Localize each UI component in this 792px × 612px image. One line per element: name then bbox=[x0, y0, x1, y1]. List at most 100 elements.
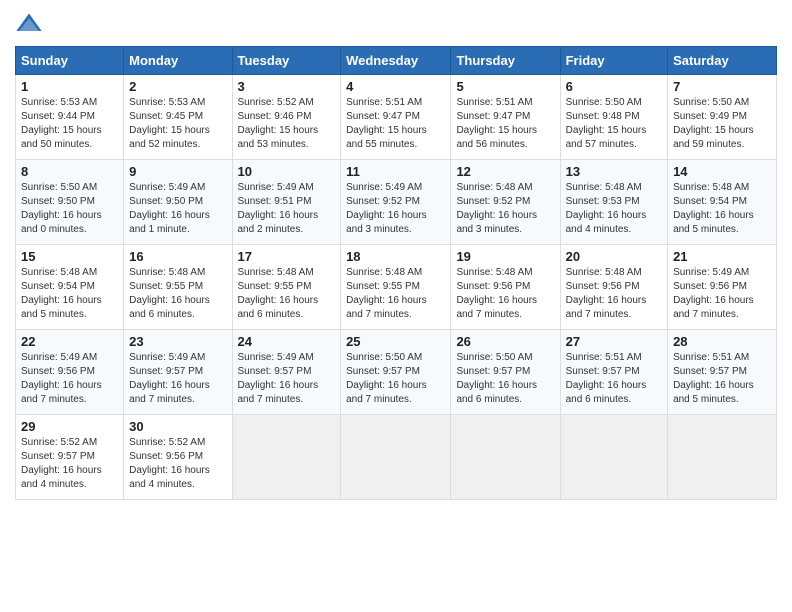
calendar-cell bbox=[341, 415, 451, 500]
day-info: Sunrise: 5:52 AMSunset: 9:46 PMDaylight:… bbox=[238, 96, 336, 152]
day-info: Sunrise: 5:50 AMSunset: 9:50 PMDaylight:… bbox=[21, 181, 118, 237]
day-info: Sunrise: 5:48 AMSunset: 9:54 PMDaylight:… bbox=[21, 266, 118, 322]
day-number: 2 bbox=[129, 79, 226, 94]
calendar-cell bbox=[560, 415, 667, 500]
day-number: 24 bbox=[238, 334, 336, 349]
day-number: 15 bbox=[21, 249, 118, 264]
day-info: Sunrise: 5:49 AMSunset: 9:56 PMDaylight:… bbox=[21, 351, 118, 407]
day-info: Sunrise: 5:49 AMSunset: 9:52 PMDaylight:… bbox=[346, 181, 445, 237]
day-number: 13 bbox=[566, 164, 662, 179]
day-info: Sunrise: 5:50 AMSunset: 9:48 PMDaylight:… bbox=[566, 96, 662, 152]
calendar-cell: 6 Sunrise: 5:50 AMSunset: 9:48 PMDaylight… bbox=[560, 75, 667, 160]
day-info: Sunrise: 5:51 AMSunset: 9:47 PMDaylight:… bbox=[346, 96, 445, 152]
calendar-cell: 17 Sunrise: 5:48 AMSunset: 9:55 PMDayligh… bbox=[232, 245, 341, 330]
day-number: 17 bbox=[238, 249, 336, 264]
calendar-cell: 8Sunrise: 5:50 AMSunset: 9:50 PMDaylight… bbox=[16, 160, 124, 245]
calendar-cell: 18 Sunrise: 5:48 AMSunset: 9:55 PMDayligh… bbox=[341, 245, 451, 330]
day-number: 26 bbox=[456, 334, 554, 349]
calendar-cell: 30 Sunrise: 5:52 AMSunset: 9:56 PMDayligh… bbox=[124, 415, 232, 500]
day-number: 28 bbox=[673, 334, 771, 349]
day-number: 23 bbox=[129, 334, 226, 349]
day-number: 27 bbox=[566, 334, 662, 349]
day-number: 20 bbox=[566, 249, 662, 264]
day-number: 6 bbox=[566, 79, 662, 94]
calendar-cell: 19 Sunrise: 5:48 AMSunset: 9:56 PMDayligh… bbox=[451, 245, 560, 330]
calendar-cell: 15 Sunrise: 5:48 AMSunset: 9:54 PMDayligh… bbox=[16, 245, 124, 330]
logo bbox=[15, 10, 47, 38]
week-row-1: 1Sunrise: 5:53 AMSunset: 9:44 PMDaylight… bbox=[16, 75, 777, 160]
calendar-cell: 4 Sunrise: 5:51 AMSunset: 9:47 PMDaylight… bbox=[341, 75, 451, 160]
day-number: 11 bbox=[346, 164, 445, 179]
day-info: Sunrise: 5:48 AMSunset: 9:56 PMDaylight:… bbox=[566, 266, 662, 322]
day-info: Sunrise: 5:48 AMSunset: 9:56 PMDaylight:… bbox=[456, 266, 554, 322]
day-info: Sunrise: 5:50 AMSunset: 9:49 PMDaylight:… bbox=[673, 96, 771, 152]
day-info: Sunrise: 5:48 AMSunset: 9:52 PMDaylight:… bbox=[456, 181, 554, 237]
calendar-cell: 14 Sunrise: 5:48 AMSunset: 9:54 PMDayligh… bbox=[668, 160, 777, 245]
day-info: Sunrise: 5:48 AMSunset: 9:53 PMDaylight:… bbox=[566, 181, 662, 237]
day-number: 9 bbox=[129, 164, 226, 179]
day-info: Sunrise: 5:48 AMSunset: 9:55 PMDaylight:… bbox=[238, 266, 336, 322]
day-info: Sunrise: 5:49 AMSunset: 9:51 PMDaylight:… bbox=[238, 181, 336, 237]
day-number: 16 bbox=[129, 249, 226, 264]
calendar-cell: 1Sunrise: 5:53 AMSunset: 9:44 PMDaylight… bbox=[16, 75, 124, 160]
week-row-2: 8Sunrise: 5:50 AMSunset: 9:50 PMDaylight… bbox=[16, 160, 777, 245]
day-number: 18 bbox=[346, 249, 445, 264]
day-info: Sunrise: 5:48 AMSunset: 9:55 PMDaylight:… bbox=[346, 266, 445, 322]
calendar-cell: 26 Sunrise: 5:50 AMSunset: 9:57 PMDayligh… bbox=[451, 330, 560, 415]
calendar-cell bbox=[232, 415, 341, 500]
calendar-cell: 10 Sunrise: 5:49 AMSunset: 9:51 PMDayligh… bbox=[232, 160, 341, 245]
calendar-cell: 12 Sunrise: 5:48 AMSunset: 9:52 PMDayligh… bbox=[451, 160, 560, 245]
calendar-cell bbox=[451, 415, 560, 500]
day-number: 30 bbox=[129, 419, 226, 434]
calendar-cell: 21Sunrise: 5:49 AMSunset: 9:56 PMDayligh… bbox=[668, 245, 777, 330]
day-number: 19 bbox=[456, 249, 554, 264]
calendar-page: SundayMondayTuesdayWednesdayThursdayFrid… bbox=[0, 0, 792, 612]
calendar-cell: 9Sunrise: 5:49 AMSunset: 9:50 PMDaylight… bbox=[124, 160, 232, 245]
day-number: 1 bbox=[21, 79, 118, 94]
calendar-cell: 28 Sunrise: 5:51 AMSunset: 9:57 PMDayligh… bbox=[668, 330, 777, 415]
calendar-cell bbox=[668, 415, 777, 500]
weekday-header-wednesday: Wednesday bbox=[341, 47, 451, 75]
calendar-cell: 11 Sunrise: 5:49 AMSunset: 9:52 PMDayligh… bbox=[341, 160, 451, 245]
day-info: Sunrise: 5:50 AMSunset: 9:57 PMDaylight:… bbox=[456, 351, 554, 407]
day-number: 29 bbox=[21, 419, 118, 434]
day-info: Sunrise: 5:53 AMSunset: 9:45 PMDaylight:… bbox=[129, 96, 226, 152]
week-row-5: 29 Sunrise: 5:52 AMSunset: 9:57 PMDayligh… bbox=[16, 415, 777, 500]
calendar-cell: 13 Sunrise: 5:48 AMSunset: 9:53 PMDayligh… bbox=[560, 160, 667, 245]
day-info: Sunrise: 5:49 AMSunset: 9:57 PMDaylight:… bbox=[129, 351, 226, 407]
day-number: 7 bbox=[673, 79, 771, 94]
day-info: Sunrise: 5:52 AMSunset: 9:57 PMDaylight:… bbox=[21, 436, 118, 492]
day-number: 3 bbox=[238, 79, 336, 94]
day-number: 22 bbox=[21, 334, 118, 349]
day-info: Sunrise: 5:48 AMSunset: 9:55 PMDaylight:… bbox=[129, 266, 226, 322]
day-info: Sunrise: 5:48 AMSunset: 9:54 PMDaylight:… bbox=[673, 181, 771, 237]
logo-icon bbox=[15, 10, 43, 38]
calendar-cell: 3 Sunrise: 5:52 AMSunset: 9:46 PMDaylight… bbox=[232, 75, 341, 160]
day-info: Sunrise: 5:50 AMSunset: 9:57 PMDaylight:… bbox=[346, 351, 445, 407]
day-number: 10 bbox=[238, 164, 336, 179]
day-info: Sunrise: 5:51 AMSunset: 9:47 PMDaylight:… bbox=[456, 96, 554, 152]
day-info: Sunrise: 5:51 AMSunset: 9:57 PMDaylight:… bbox=[566, 351, 662, 407]
day-info: Sunrise: 5:51 AMSunset: 9:57 PMDaylight:… bbox=[673, 351, 771, 407]
page-header bbox=[15, 10, 777, 38]
calendar-cell: 29 Sunrise: 5:52 AMSunset: 9:57 PMDayligh… bbox=[16, 415, 124, 500]
weekday-header-row: SundayMondayTuesdayWednesdayThursdayFrid… bbox=[16, 47, 777, 75]
day-info: Sunrise: 5:49 AMSunset: 9:57 PMDaylight:… bbox=[238, 351, 336, 407]
calendar-cell: 2 Sunrise: 5:53 AMSunset: 9:45 PMDaylight… bbox=[124, 75, 232, 160]
weekday-header-tuesday: Tuesday bbox=[232, 47, 341, 75]
calendar-cell: 25 Sunrise: 5:50 AMSunset: 9:57 PMDayligh… bbox=[341, 330, 451, 415]
calendar-cell: 24 Sunrise: 5:49 AMSunset: 9:57 PMDayligh… bbox=[232, 330, 341, 415]
calendar-cell: 16 Sunrise: 5:48 AMSunset: 9:55 PMDayligh… bbox=[124, 245, 232, 330]
day-number: 14 bbox=[673, 164, 771, 179]
calendar-table: SundayMondayTuesdayWednesdayThursdayFrid… bbox=[15, 46, 777, 500]
day-number: 25 bbox=[346, 334, 445, 349]
calendar-cell: 20 Sunrise: 5:48 AMSunset: 9:56 PMDayligh… bbox=[560, 245, 667, 330]
day-info: Sunrise: 5:52 AMSunset: 9:56 PMDaylight:… bbox=[129, 436, 226, 492]
day-number: 5 bbox=[456, 79, 554, 94]
week-row-3: 15 Sunrise: 5:48 AMSunset: 9:54 PMDayligh… bbox=[16, 245, 777, 330]
weekday-header-saturday: Saturday bbox=[668, 47, 777, 75]
weekday-header-friday: Friday bbox=[560, 47, 667, 75]
weekday-header-sunday: Sunday bbox=[16, 47, 124, 75]
day-number: 12 bbox=[456, 164, 554, 179]
day-number: 4 bbox=[346, 79, 445, 94]
